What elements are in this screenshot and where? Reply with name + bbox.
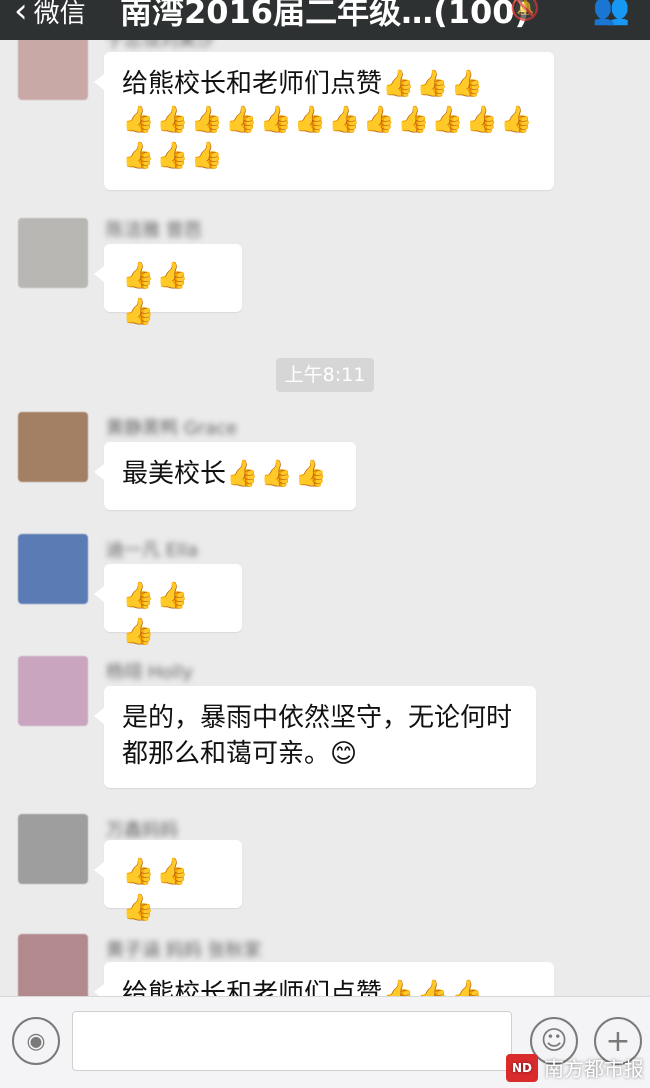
chat-title: 南湾2016届二年级…(100) (120, 0, 530, 31)
message-bubble[interactable]: 给熊校长和老师们点赞👍👍👍 👍👍👍👍👍👍👍👍👍👍👍👍 👍👍👍 (94, 52, 554, 190)
message-text: 给熊校长和老师们点赞 (122, 979, 383, 996)
message-text: 是的，暴雨中依然坚守，无论何时都那么和蔼可亲。😊 (122, 703, 513, 769)
timestamp-label: 上午8:11 (276, 358, 374, 392)
avatar[interactable] (18, 814, 88, 884)
message-bubble[interactable]: 👍👍👍 (94, 564, 242, 647)
message-text: 最美校长 (122, 459, 227, 489)
sender-name: 万鑫妈妈 (106, 820, 178, 841)
navigation-bar: ‹ 微信 南湾2016届二年级…(100) 🔕 👥 (0, 0, 650, 40)
sender-name: 杨翊 Holly (106, 662, 193, 683)
voice-icon[interactable]: ◉ (12, 1017, 60, 1065)
avatar[interactable] (18, 218, 88, 288)
avatar[interactable] (18, 40, 88, 100)
thumbs-up-emoji: 👍👍👍 (122, 261, 191, 327)
avatar[interactable] (18, 656, 88, 726)
sender-name: 黄子涵 妈妈 张秋家 (106, 940, 262, 961)
sender-name: 于志恒刘美沙 (106, 40, 214, 51)
message-input[interactable] (72, 1011, 512, 1071)
message-bubble[interactable]: 👍👍👍 (94, 840, 242, 923)
group-contacts-icon[interactable]: 👥 (593, 0, 630, 27)
message-bubble[interactable]: 最美校长👍👍👍 (94, 442, 356, 510)
newspaper-watermark: ND 南方都市报 (506, 1053, 644, 1082)
sender-name: 黄静黑鸭 Grace (106, 418, 238, 439)
sender-name: 迪一凡 Ella (106, 540, 199, 561)
chat-area[interactable]: 于志恒刘美沙 给熊校长和老师们点赞👍👍👍 👍👍👍👍👍👍👍👍👍👍👍👍 👍👍👍 陈洁… (0, 40, 650, 996)
thumbs-up-emoji: 👍👍👍 (122, 857, 191, 923)
avatar[interactable] (18, 934, 88, 996)
back-label: 微信 (33, 0, 86, 29)
chevron-left-icon: ‹ (14, 0, 28, 31)
sender-name: 陈洁雅 曾芭 (106, 220, 202, 241)
avatar[interactable] (18, 412, 88, 482)
back-button[interactable]: ‹ 微信 (14, 0, 86, 31)
message-bubble[interactable]: 给熊校长和老师们点赞👍👍👍 (94, 962, 554, 996)
mute-icon: 🔕 (510, 0, 540, 22)
thumbs-up-emoji: 👍👍👍 (226, 459, 330, 489)
watermark-text: 南方都市报 (544, 1057, 644, 1081)
message-text: 给熊校长和老师们点赞 (122, 69, 383, 99)
newspaper-logo: ND (506, 1053, 538, 1082)
avatar[interactable] (18, 534, 88, 604)
message-bubble[interactable]: 👍👍👍 (94, 244, 242, 327)
message-bubble[interactable]: 是的，暴雨中依然坚守，无论何时都那么和蔼可亲。😊 (94, 686, 536, 788)
thumbs-up-emoji: 👍👍👍 (382, 979, 486, 996)
thumbs-up-emoji: 👍👍👍 (122, 581, 191, 647)
